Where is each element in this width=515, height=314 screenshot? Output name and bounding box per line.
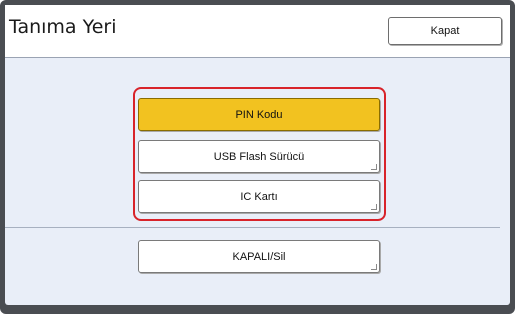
pin-code-label: PIN Kodu xyxy=(235,108,283,121)
ic-card-button[interactable]: IC Kartı xyxy=(138,180,380,213)
usb-flash-drive-label: USB Flash Sürücü xyxy=(213,150,305,163)
ic-card-label: IC Kartı xyxy=(240,190,278,203)
divider xyxy=(5,227,500,228)
usb-flash-drive-button[interactable]: USB Flash Sürücü xyxy=(138,140,380,173)
dialog-header: Tanıma Yeri Kapat xyxy=(5,5,510,58)
corner-indicator-icon xyxy=(371,164,377,170)
dialog-title: Tanıma Yeri xyxy=(9,16,117,38)
corner-indicator-icon xyxy=(371,204,377,210)
off-clear-label: KAPALI/Sil xyxy=(232,250,286,263)
pin-code-button[interactable]: PIN Kodu xyxy=(138,98,380,131)
corner-indicator-icon xyxy=(371,264,377,270)
off-clear-button[interactable]: KAPALI/Sil xyxy=(138,240,380,273)
close-button[interactable]: Kapat xyxy=(388,17,502,45)
